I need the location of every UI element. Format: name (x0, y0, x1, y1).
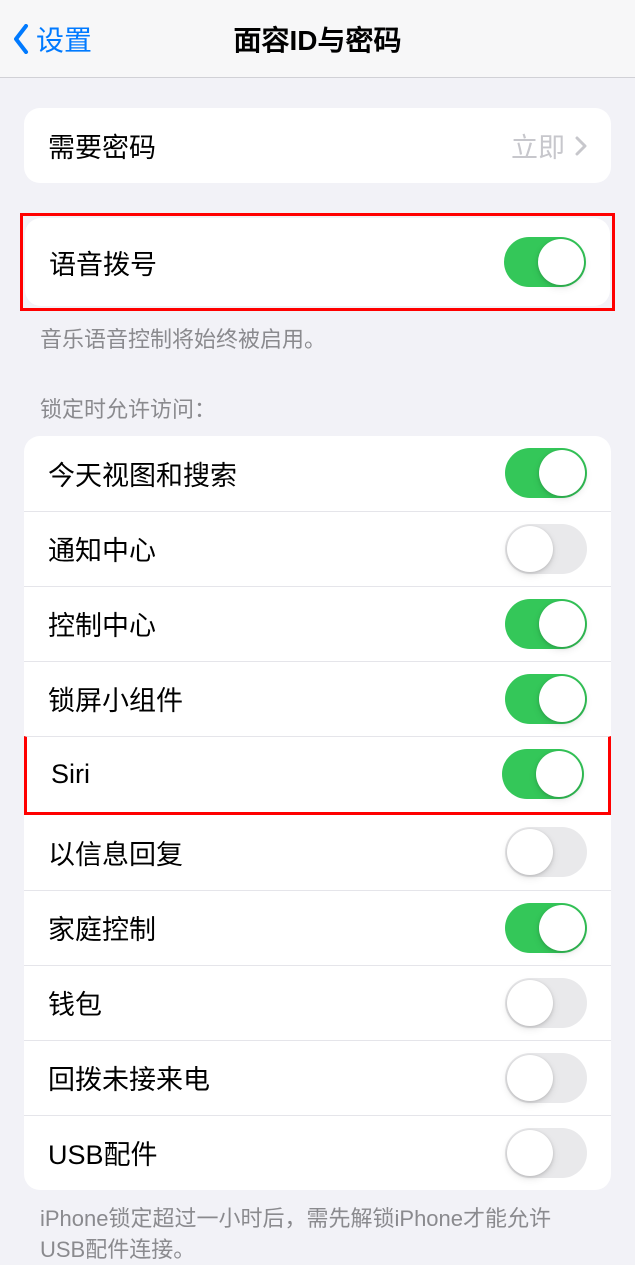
lock-access-toggle[interactable] (505, 599, 587, 649)
lock-access-label: USB配件 (48, 1133, 158, 1172)
lock-access-toggle[interactable] (505, 674, 587, 724)
require-passcode-value: 立即 (511, 126, 587, 165)
lock-access-label: 回拨未接来电 (48, 1058, 210, 1097)
require-passcode-cell[interactable]: 需要密码 立即 (24, 108, 611, 183)
lock-access-cell: 通知中心 (24, 511, 611, 586)
toggle-knob (539, 450, 585, 496)
lock-access-cell: 控制中心 (24, 586, 611, 661)
lock-access-label: 控制中心 (48, 604, 156, 643)
lock-access-label: 通知中心 (48, 529, 156, 568)
lock-access-header: 锁定时允许访问： (40, 392, 595, 424)
lock-access-toggle[interactable] (505, 827, 587, 877)
lock-access-label: Siri (51, 759, 90, 790)
toggle-knob (507, 829, 553, 875)
lock-access-cell: Siri (27, 737, 608, 812)
toggle-knob (539, 905, 585, 951)
lock-access-cell: 回拨未接来电 (24, 1040, 611, 1115)
lock-access-label: 家庭控制 (48, 908, 156, 947)
lock-access-group: 今天视图和搜索通知中心控制中心锁屏小组件 Siri 以信息回复家庭控制钱包回拨未接来… (24, 436, 611, 1190)
voice-dial-highlight: 语音拨号 (20, 213, 615, 311)
chevron-left-icon (12, 24, 30, 54)
toggle-knob (507, 526, 553, 572)
back-button[interactable]: 设置 (0, 19, 92, 59)
navigation-header: 设置 面容ID与密码 (0, 0, 635, 78)
lock-access-cell: 今天视图和搜索 (24, 436, 611, 511)
require-passcode-value-text: 立即 (511, 126, 565, 165)
lock-access-label: 锁屏小组件 (48, 679, 183, 718)
lock-access-cell: 以信息回复 (24, 815, 611, 890)
toggle-knob (507, 1055, 553, 1101)
siri-highlight: Siri (24, 736, 611, 815)
lock-access-label: 以信息回复 (48, 833, 183, 872)
voice-dial-cell: 语音拨号 (25, 218, 610, 306)
lock-access-cell: 锁屏小组件 (24, 661, 611, 736)
toggle-knob (536, 751, 582, 797)
lock-access-toggle[interactable] (502, 749, 584, 799)
lock-access-toggle[interactable] (505, 448, 587, 498)
voice-dial-toggle[interactable] (504, 237, 586, 287)
voice-dial-footer: 音乐语音控制将始终被启用。 (40, 325, 595, 356)
chevron-right-icon (575, 136, 587, 156)
lock-access-toggle[interactable] (505, 1053, 587, 1103)
toggle-knob (539, 676, 585, 722)
lock-access-toggle[interactable] (505, 1128, 587, 1178)
lock-access-toggle[interactable] (505, 903, 587, 953)
lock-access-toggle[interactable] (505, 524, 587, 574)
lock-access-cell: USB配件 (24, 1115, 611, 1190)
toggle-knob (507, 1130, 553, 1176)
lock-access-toggle[interactable] (505, 978, 587, 1028)
lock-access-footer: iPhone锁定超过一小时后，需先解锁iPhone才能允许USB配件连接。 (40, 1204, 595, 1265)
passcode-group: 需要密码 立即 (24, 108, 611, 183)
toggle-knob (539, 601, 585, 647)
lock-access-cell: 家庭控制 (24, 890, 611, 965)
toggle-knob (538, 239, 584, 285)
voice-dial-group: 语音拨号 (25, 218, 610, 306)
voice-dial-label: 语音拨号 (49, 243, 157, 282)
toggle-knob (507, 980, 553, 1026)
lock-access-label: 今天视图和搜索 (48, 454, 237, 493)
require-passcode-label: 需要密码 (48, 126, 156, 165)
lock-access-cell: 钱包 (24, 965, 611, 1040)
back-label: 设置 (36, 19, 92, 59)
lock-access-label: 钱包 (48, 983, 102, 1022)
page-title: 面容ID与密码 (233, 19, 401, 59)
content: 需要密码 立即 语音拨号 音乐语音控制将始终被启用。 锁定时允许访问： 今天视图… (0, 78, 635, 1265)
